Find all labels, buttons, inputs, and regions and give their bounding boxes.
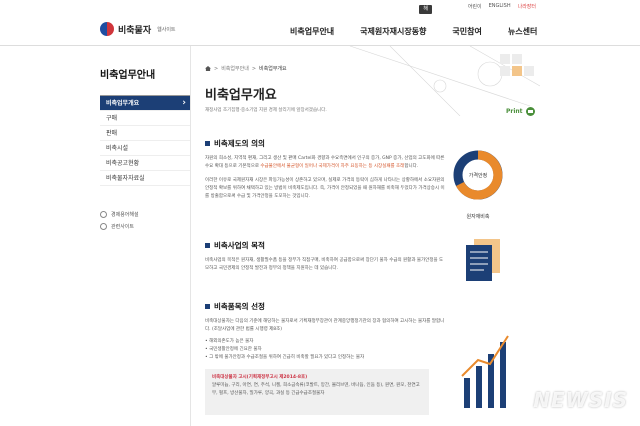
sidebar-item-overview[interactable]: 비축업무개요 bbox=[100, 96, 190, 111]
sidebar-link-label: 관련사이트 bbox=[111, 223, 135, 230]
taegeuk-logo-icon bbox=[100, 22, 114, 36]
sidebar-item-sales[interactable]: 판매 bbox=[100, 126, 190, 141]
section-paragraph: 이러한 이유로 국제원자재 시장은 파동가능성이 상존하고 있으며, 실제로 가… bbox=[205, 178, 445, 199]
glossary-icon bbox=[100, 210, 107, 218]
site-header: 비축물자 웹사이트 비축업무안내 국제원자재시장동향 국민참여 뉴스센터 bbox=[0, 14, 640, 46]
section-significance: 비축제도의 의의 자원의 희소성, 지역적 편재, 그리고 생산 및 판매 Ca… bbox=[205, 138, 445, 201]
main-nav: 비축업무안내 국제원자재시장동향 국민참여 뉴스센터 bbox=[290, 26, 537, 37]
section-selection: 비축품목의 선정 비축대상물자는 다음의 기준에 해당하는 물자로서 기획재정부… bbox=[205, 301, 445, 415]
page-title: 비축업무개요 bbox=[205, 88, 277, 103]
section-heading: 비축사업의 목적 bbox=[205, 240, 445, 251]
nav-item-business[interactable]: 비축업무안내 bbox=[290, 26, 334, 37]
donut-center-text: 가격안정 bbox=[469, 172, 487, 179]
section-heading-text: 비축사업의 목적 bbox=[214, 241, 265, 250]
breadcrumb-item[interactable]: 비축업무안내 bbox=[221, 65, 249, 72]
section-paragraph: 자원의 희소성, 지역적 편재, 그리고 생산 및 판매 Cartel화 경향과… bbox=[205, 155, 445, 171]
sidebar-link-glossary[interactable]: 경제용어해설 bbox=[100, 208, 190, 220]
sidebar-item-notices[interactable]: 비축공고현황 bbox=[100, 156, 190, 171]
donut-graphic: 가격안정 bbox=[453, 150, 503, 200]
notice-box-text: 알루미늄, 구리, 아연, 연, 주석, 니켈, 희소금속류(코발트, 망간, … bbox=[212, 383, 420, 396]
utility-bar: 어린이 ENGLISH 나라장터 해외조달정보센터 bbox=[0, 0, 640, 75]
bullet-square-icon bbox=[205, 304, 210, 309]
list-item: • 국민생활안정에 긴요한 물자 bbox=[205, 347, 262, 352]
utility-link-kids[interactable]: 어린이 bbox=[468, 3, 482, 10]
utility-link-english[interactable]: ENGLISH bbox=[489, 3, 511, 10]
page-subtitle: 재정사업 조기집행·중소기업 지원 경제 살리기에 앞장서겠습니다. bbox=[205, 108, 327, 113]
notice-box-title: 비축대상물자 고시(기획재정부고시 제2014-8호) bbox=[212, 375, 308, 380]
document-graphic bbox=[466, 239, 500, 281]
globe-icon bbox=[100, 222, 107, 230]
printer-icon bbox=[525, 107, 535, 116]
donut-label: 원자재비축 bbox=[466, 214, 490, 220]
sidebar-links: 경제용어해설 관련사이트 bbox=[100, 208, 190, 232]
home-icon[interactable] bbox=[205, 66, 211, 71]
utility-links: 어린이 ENGLISH 나라장터 해외조달정보센터 bbox=[419, 3, 536, 75]
nav-item-market[interactable]: 국제원자재시장동향 bbox=[360, 26, 426, 37]
utility-link-koneps[interactable]: 나라장터 bbox=[518, 3, 536, 10]
print-label: Print bbox=[506, 108, 523, 115]
section-heading: 비축제도의 의의 bbox=[205, 138, 445, 149]
content: > 비축업무안내 > 비축업무개요 비축업무개요 재정사업 조기집행·중소기업 … bbox=[205, 46, 535, 415]
list-item: • 그 밖에 물가안정과 수급조절을 위하여 긴급히 비축할 필요가 있다고 인… bbox=[205, 355, 365, 360]
sidebar-item-purchase[interactable]: 구매 bbox=[100, 111, 190, 126]
newsis-watermark: NEWSIS bbox=[533, 388, 628, 412]
section-paragraph: 비축대상물자는 다음의 기준에 해당하는 물자로서 기획재정부장관이 관계중앙행… bbox=[205, 319, 445, 332]
breadcrumb-sep: > bbox=[214, 65, 219, 72]
bar-graph-graphic bbox=[461, 335, 509, 408]
sidebar-title: 비축업무안내 bbox=[100, 70, 156, 81]
divider bbox=[190, 46, 191, 426]
logo-text: 비축물자 bbox=[118, 25, 152, 36]
sidebar-menu: 비축업무개요 구매 판매 비축시설 비축공고현황 비축물자자료실 bbox=[100, 95, 190, 186]
breadcrumb-current: 비축업무개요 bbox=[259, 66, 287, 72]
criteria-list: • 해외의존도가 높은 물자 • 국민생활안정에 긴요한 물자 • 그 밖에 물… bbox=[205, 338, 445, 362]
print-button[interactable]: Print bbox=[506, 107, 535, 116]
donut-infographic: 가격안정 원자재비축 bbox=[453, 145, 503, 225]
sidebar: 비축업무안내 비축업무개요 구매 판매 비축시설 비축공고현황 비축물자자료실 … bbox=[100, 46, 190, 232]
text-run: 합니다. bbox=[404, 164, 419, 169]
sidebar-item-facilities[interactable]: 비축시설 bbox=[100, 141, 190, 156]
bullet-square-icon bbox=[205, 141, 210, 146]
section-heading-text: 비축품목의 선정 bbox=[214, 302, 265, 311]
bullet-square-icon bbox=[205, 243, 210, 248]
section-heading-text: 비축제도의 의의 bbox=[214, 139, 265, 148]
utility-link-overseas[interactable]: 해외조달정보센터 bbox=[419, 5, 432, 75]
logo-subtext: 웹사이트 bbox=[157, 26, 176, 33]
nav-item-participation[interactable]: 국민참여 bbox=[452, 26, 481, 37]
section-heading: 비축품목의 선정 bbox=[205, 301, 445, 312]
site-logo[interactable]: 비축물자 웹사이트 bbox=[100, 22, 176, 36]
breadcrumb: > 비축업무안내 > 비축업무개요 bbox=[205, 65, 535, 72]
highlight-text: 수급불안에서 불균형이 일어나 국제가격이 자주 요동하는 등 시장실패를 초래 bbox=[260, 164, 405, 169]
list-item: • 해외의존도가 높은 물자 bbox=[205, 339, 254, 344]
notice-box: 비축대상물자 고시(기획재정부고시 제2014-8호) 알루미늄, 구리, 아연… bbox=[205, 369, 429, 415]
sidebar-link-related[interactable]: 관련사이트 bbox=[100, 220, 190, 232]
sidebar-link-label: 경제용어해설 bbox=[111, 211, 139, 218]
section-paragraph: 비축사업의 목적은 원자재, 생활필수품 등을 정부가 직접구매, 비축하여 공… bbox=[205, 258, 444, 271]
breadcrumb-sep: > bbox=[251, 65, 257, 72]
sidebar-item-archive[interactable]: 비축물자자료실 bbox=[100, 171, 190, 186]
nav-item-news[interactable]: 뉴스센터 bbox=[508, 26, 537, 37]
section-purpose: 비축사업의 목적 비축사업의 목적은 원자재, 생활필수품 등을 정부가 직접구… bbox=[205, 240, 445, 273]
